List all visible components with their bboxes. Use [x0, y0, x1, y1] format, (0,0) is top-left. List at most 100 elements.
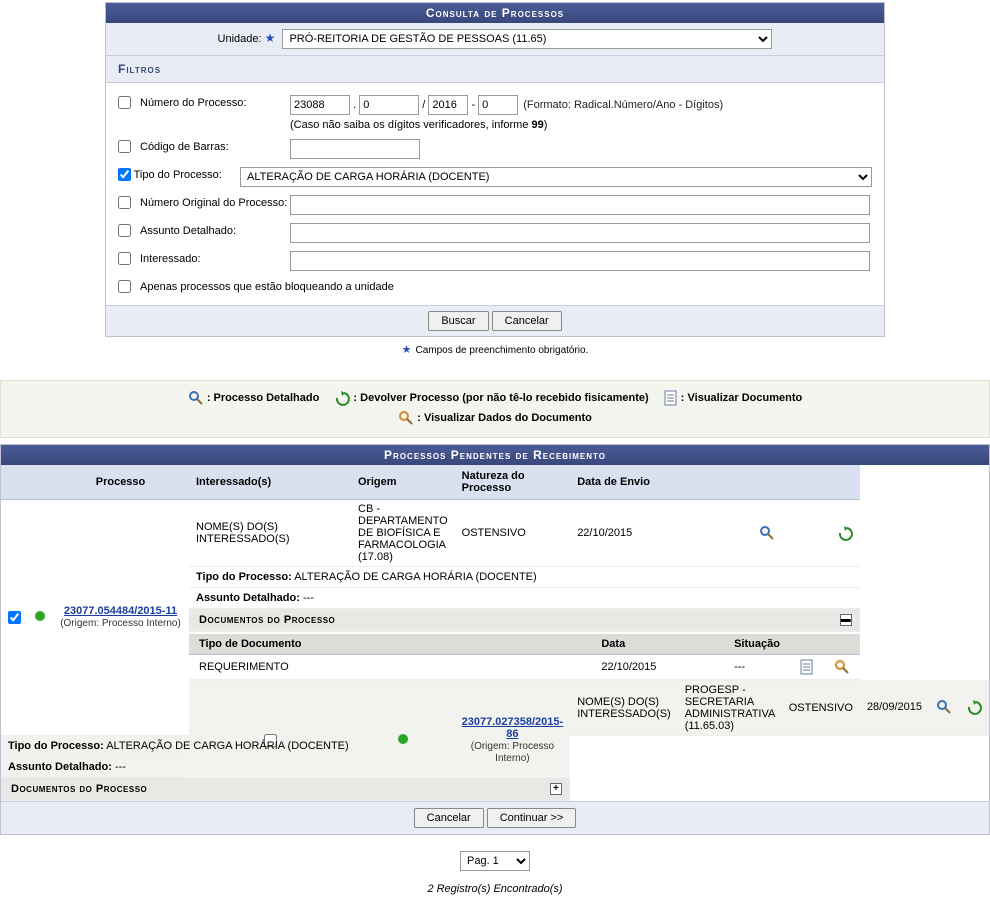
num-original-input[interactable]: [290, 195, 870, 215]
cancelar-button[interactable]: Cancelar: [492, 311, 562, 331]
cell-assunto: ---: [115, 761, 126, 773]
codigo-input[interactable]: [290, 139, 420, 159]
ano-input[interactable]: [428, 95, 468, 115]
processo-link[interactable]: 23077.054484/2015-11: [64, 605, 177, 617]
filtros-action-bar: Buscar Cancelar: [106, 305, 884, 336]
bloq-checkbox[interactable]: [118, 280, 131, 293]
visualizar-doc-button[interactable]: [800, 661, 814, 673]
interessado-checkbox[interactable]: [118, 252, 131, 265]
mandatory-note: Campos de preenchimento obrigatório.: [0, 339, 990, 360]
num-original-checkbox[interactable]: [118, 196, 131, 209]
digitos-hint-a: (Caso não saiba os dígitos verificadores…: [290, 119, 532, 131]
tipo-processo-row: Tipo do Processo: ALTERAÇÃO DE CARGA HOR…: [118, 163, 872, 191]
col-interessados: Interessado(s): [189, 465, 351, 500]
docs-header: Documentos do Processo▬: [189, 609, 860, 631]
legend-box: : Processo Detalhado : Devolver Processo…: [0, 380, 990, 438]
visualizar-dados-button[interactable]: [834, 661, 850, 673]
row-checkbox[interactable]: [8, 611, 21, 624]
legend-visualizar-doc: : Visualizar Documento: [681, 392, 802, 404]
legend-detalhado: : Processo Detalhado: [207, 392, 319, 404]
continuar-button[interactable]: Continuar >>: [487, 808, 577, 828]
doc-tipo: REQUERIMENTO: [189, 654, 591, 679]
pager: Pag. 1: [0, 837, 990, 877]
digitos-hint-c: ): [544, 119, 548, 131]
consulta-panel: Consulta de Processos Unidade: PRÓ-REITO…: [105, 2, 885, 337]
unidade-row: Unidade: PRÓ-REITORIA DE GESTÃO DE PESSO…: [106, 23, 884, 56]
digitos-hint-b: 99: [532, 119, 544, 131]
devolver-button[interactable]: [966, 701, 982, 713]
processos-title: Processos Pendentes de Recebimento: [1, 445, 989, 465]
cell-tipo-processo: ALTERAÇÃO DE CARGA HORÁRIA (DOCENTE): [294, 571, 536, 583]
assunto-label: Assunto Detalhado:: [140, 223, 290, 237]
assunto-row: Assunto Detalhado:: [118, 219, 872, 247]
processos-table: Processo Interessado(s) Origem Natureza …: [1, 465, 989, 801]
legend-devolver: : Devolver Processo (por não tê-lo receb…: [353, 392, 648, 404]
cancelar-table-button[interactable]: Cancelar: [414, 808, 484, 828]
tipo-label: Tipo do Processo:: [134, 167, 240, 181]
col-natureza: Natureza do Processo: [455, 465, 571, 500]
numero-input[interactable]: [359, 95, 419, 115]
magnifier-orange-icon: [398, 410, 414, 426]
devolver-button[interactable]: [837, 527, 853, 539]
table-footer-bar: Cancelar Continuar >>: [1, 801, 989, 834]
cell-origem: PROGESP - SECRETARIA ADMINISTRATIVA (11.…: [678, 680, 782, 735]
status-dot-icon: [35, 611, 45, 621]
digitos-input[interactable]: [478, 95, 518, 115]
tipo-select[interactable]: ALTERAÇÃO DE CARGA HORÁRIA (DOCENTE): [240, 167, 872, 187]
col-processo: Processo: [52, 465, 189, 500]
status-dot-icon: [398, 734, 408, 744]
doc-data: 22/10/2015: [591, 654, 724, 679]
interessado-input[interactable]: [290, 251, 870, 271]
detalhar-button[interactable]: [759, 527, 775, 539]
unidade-select[interactable]: PRÓ-REITORIA DE GESTÃO DE PESSOAS (11.65…: [282, 29, 772, 49]
cell-interessado: NOME(S) DO(S) INTERESSADO(S): [189, 499, 351, 566]
consulta-title: Consulta de Processos: [106, 3, 884, 23]
tipo-checkbox[interactable]: [118, 168, 131, 181]
numero-checkbox[interactable]: [118, 96, 131, 109]
col-origem: Origem: [351, 465, 455, 500]
doc-situacao: ---: [724, 654, 790, 679]
cell-tipo-processo: ALTERAÇÃO DE CARGA HORÁRIA (DOCENTE): [106, 740, 348, 752]
numero-processo-row: Número do Processo: . / - (Formato: Radi…: [118, 91, 872, 135]
formato-hint: (Formato: Radical.Número/Ano - Dígitos): [523, 99, 723, 111]
required-star-icon: [265, 33, 280, 45]
assunto-checkbox[interactable]: [118, 224, 131, 237]
codigo-barras-row: Código de Barras:: [118, 135, 872, 163]
num-original-label: Número Original do Processo:: [140, 195, 290, 209]
docs-col-situacao: Situação: [724, 634, 790, 655]
detalhar-button[interactable]: [936, 701, 952, 713]
bloq-label: Apenas processos que estão bloqueando a …: [140, 279, 394, 293]
magnifier-icon: [188, 390, 204, 406]
document-icon: [664, 390, 678, 406]
unidade-label: Unidade:: [218, 33, 262, 45]
assunto-input[interactable]: [290, 223, 870, 243]
processo-origin: (Origem: Processo Interno): [60, 618, 181, 629]
col-check: [1, 465, 28, 500]
cell-origem: CB - DEPARTAMENTO DE BIOFÍSICA E FARMACO…: [351, 499, 455, 566]
legend-visualizar-dados: : Visualizar Dados do Documento: [417, 412, 592, 424]
interessado-row: Interessado:: [118, 247, 872, 275]
cell-assunto: ---: [303, 592, 314, 604]
col-status: [28, 465, 52, 500]
cell-envio: 22/10/2015: [570, 499, 678, 566]
processos-panel: Processos Pendentes de Recebimento Proce…: [0, 444, 990, 835]
cell-envio: 28/09/2015: [860, 680, 929, 735]
docs-col-data: Data: [591, 634, 724, 655]
codigo-checkbox[interactable]: [118, 140, 131, 153]
docs-col-tipo: Tipo de Documento: [189, 634, 591, 655]
docs-header: Documentos do Processo+: [1, 778, 570, 800]
buscar-button[interactable]: Buscar: [428, 311, 488, 331]
col-envio: Data de Envio: [570, 465, 678, 500]
interessado-label: Interessado:: [140, 251, 290, 265]
return-arrow-icon: [334, 390, 350, 406]
page-select[interactable]: Pag. 1: [460, 851, 530, 871]
numero-label: Número do Processo:: [140, 95, 290, 109]
cell-natureza: OSTENSIVO: [782, 680, 860, 735]
record-count: 2 Registro(s) Encontrado(s): [0, 877, 990, 901]
toggle-docs-button[interactable]: +: [550, 783, 562, 795]
radical-input[interactable]: [290, 95, 350, 115]
cell-natureza: OSTENSIVO: [455, 499, 571, 566]
toggle-docs-button[interactable]: ▬: [840, 614, 852, 626]
filtros-header: Filtros: [106, 56, 884, 83]
bloqueando-row: Apenas processos que estão bloqueando a …: [118, 275, 872, 297]
